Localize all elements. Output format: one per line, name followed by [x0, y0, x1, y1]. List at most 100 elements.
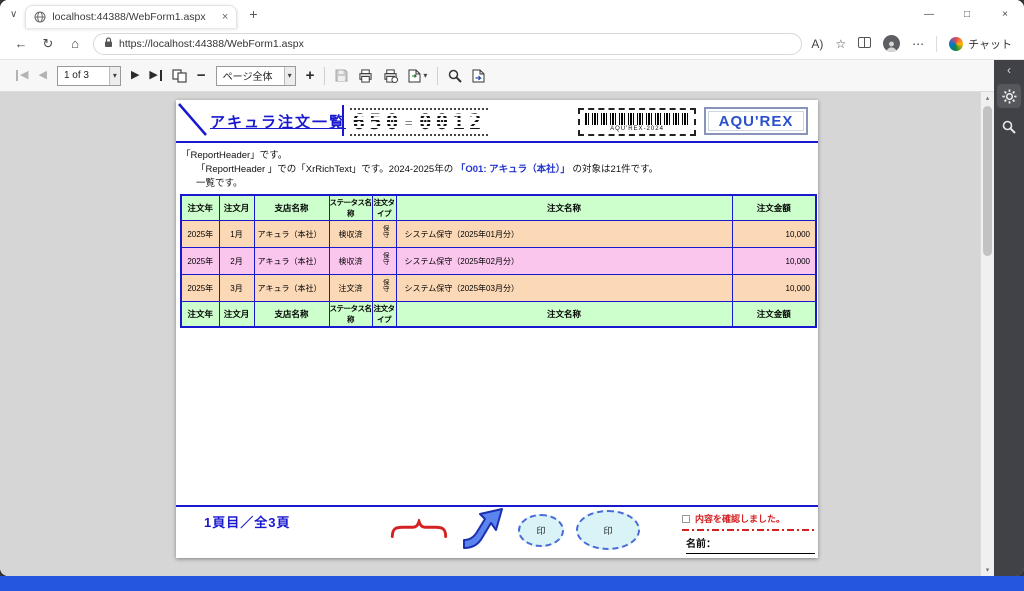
table-row: 2025年 1月 アキュラ（本社） 検収済 保守 システム保守（2025年01月…: [181, 221, 816, 248]
dropdown-caret-icon[interactable]: ▾: [109, 67, 120, 85]
zoom-in-button[interactable]: +: [306, 68, 315, 83]
table-footer-row: 注文年 注文月 支店名称 ステータス名称 注文タイプ 注文名称 注文金額: [181, 302, 816, 328]
header-cell: 注文名称: [396, 195, 732, 221]
tab-title: localhost:44388/WebForm1.aspx: [52, 11, 216, 23]
header-cell: ステータス名称: [329, 195, 372, 221]
first-page-button[interactable]: ◀: [16, 70, 28, 81]
cell-amount: 10,000: [732, 275, 816, 302]
split-screen-icon[interactable]: [858, 37, 871, 51]
tab-search-chevron-icon[interactable]: ∨: [10, 9, 17, 20]
dropdown-caret-icon[interactable]: ▾: [423, 72, 427, 80]
table-header-row: 注文年 注文月 支店名称 ステータス名称 注文タイプ 注文名称 注文金額: [181, 195, 816, 221]
footer-cell: 注文金額: [732, 302, 816, 328]
cell-branch: アキュラ（本社）: [254, 221, 329, 248]
export-document-button[interactable]: [472, 69, 486, 83]
cell-status: 検収済: [329, 221, 372, 248]
footer-cell: 注文月: [219, 302, 254, 328]
zoom-level-dropdown[interactable]: ページ全体 ▾: [216, 66, 296, 86]
home-button[interactable]: ⌂: [66, 36, 84, 51]
barcode: AQU'REX-2024: [578, 108, 696, 136]
cell-order-month: 1月: [219, 221, 254, 248]
site-info-lock-icon[interactable]: [104, 35, 113, 53]
order-type-vertical-text: 保守: [381, 225, 388, 238]
confirm-checkbox[interactable]: [682, 515, 690, 523]
page-count-text: 1頁目／全3頁: [204, 512, 290, 531]
search-button[interactable]: [448, 69, 462, 83]
new-tab-button[interactable]: +: [249, 6, 257, 22]
print-button[interactable]: [358, 69, 373, 83]
zoom-out-button[interactable]: −: [197, 68, 206, 83]
footer-cell: 注文年: [181, 302, 219, 328]
header-cell: 注文月: [219, 195, 254, 221]
viewer-search-button[interactable]: [997, 115, 1021, 139]
close-button[interactable]: ×: [986, 0, 1024, 28]
cell-amount: 10,000: [732, 221, 816, 248]
profile-avatar[interactable]: [883, 35, 900, 52]
navbar-divider: [936, 36, 937, 52]
title-divider: [342, 105, 344, 136]
report-page: アキュラ注文一覧 650-0012 AQU'REX-2024 AQU'REX 「…: [176, 100, 818, 558]
favorites-star-icon[interactable]: ☆: [835, 37, 846, 51]
taskbar: [0, 576, 1024, 591]
confirmation-row: 内容を確認しました。: [682, 512, 785, 525]
save-button[interactable]: [335, 69, 348, 82]
cell-order-name: システム保守（2025年02月分）: [396, 248, 732, 275]
header-rule: [176, 141, 818, 143]
dropdown-caret-icon[interactable]: ▾: [284, 67, 295, 85]
minimize-button[interactable]: —: [910, 0, 948, 28]
page-indicator-value: 1 of 3: [64, 70, 89, 81]
panel-collapse-icon[interactable]: ‹: [1007, 63, 1011, 77]
export-dropdown-button[interactable]: ▾: [408, 69, 427, 83]
vertical-scrollbar[interactable]: ▴ ▾: [980, 92, 994, 576]
copilot-icon: [949, 37, 963, 51]
browser-tab[interactable]: localhost:44388/WebForm1.aspx ×: [25, 5, 237, 28]
rich-text-suffix: の対象は21件です。: [570, 164, 658, 175]
report-header-note: 「ReportHeader」です。: [181, 147, 287, 161]
back-button[interactable]: ←: [12, 36, 30, 51]
browser-window: ∨ localhost:44388/WebForm1.aspx × + — □ …: [0, 0, 1024, 576]
viewer-side-panel: ‹: [994, 60, 1024, 576]
read-aloud-icon[interactable]: A): [811, 37, 823, 51]
settings-more-icon[interactable]: ⋯: [912, 37, 924, 51]
footer-cell: 注文タイプ: [372, 302, 396, 328]
cell-branch: アキュラ（本社）: [254, 275, 329, 302]
postal-code-barcode-text: 650-0012: [350, 108, 488, 136]
page-selector-dropdown[interactable]: 1 of 3 ▾: [57, 66, 121, 86]
document-area: アキュラ注文一覧 650-0012 AQU'REX-2024 AQU'REX 「…: [0, 92, 994, 576]
zoom-level-value: ページ全体: [223, 68, 273, 83]
tab-close-icon[interactable]: ×: [222, 11, 228, 23]
cell-order-year: 2025年: [181, 248, 219, 275]
print-page-button[interactable]: [383, 69, 398, 83]
barcode-bars: [585, 113, 689, 125]
previous-page-button[interactable]: ◀: [38, 70, 46, 81]
url-text: https://localhost:44388/WebForm1.aspx: [119, 38, 304, 50]
company-logo-box: AQU'REX: [704, 107, 808, 135]
header-diagonal-line: [178, 103, 208, 137]
header-cell: 支店名称: [254, 195, 329, 221]
refresh-button[interactable]: ↻: [39, 36, 57, 52]
stamp-label: 印: [536, 524, 545, 537]
maximize-button[interactable]: □: [948, 0, 986, 28]
stamp-seal-large: 印: [576, 510, 640, 550]
copilot-chat-button[interactable]: チャット: [949, 36, 1012, 52]
table-row: 2025年 3月 アキュラ（本社） 注文済 保守 システム保守（2025年03月…: [181, 275, 816, 302]
scrollbar-thumb[interactable]: [983, 106, 992, 256]
multipage-view-icon[interactable]: [172, 69, 187, 83]
cell-status: 検収済: [329, 248, 372, 275]
viewer-settings-button[interactable]: [997, 84, 1021, 108]
name-field: 名前：: [686, 535, 815, 554]
address-bar[interactable]: https://localhost:44388/WebForm1.aspx: [93, 33, 802, 55]
header-cell: 注文タイプ: [372, 195, 396, 221]
name-label: 名前：: [686, 539, 716, 550]
scroll-down-icon[interactable]: ▾: [981, 566, 994, 574]
scroll-up-icon[interactable]: ▴: [981, 94, 994, 102]
cell-order-name: システム保守（2025年01月分）: [396, 221, 732, 248]
cell-branch: アキュラ（本社）: [254, 248, 329, 275]
blue-arrow-shape: [460, 506, 504, 552]
barcode-label: AQU'REX-2024: [610, 126, 664, 132]
rich-text-highlight: 「O01: アキュラ（本社）」: [456, 164, 570, 175]
next-page-button[interactable]: ▶: [131, 70, 139, 81]
last-page-button[interactable]: ▶: [149, 70, 161, 81]
red-brace-shape: [390, 519, 448, 539]
report-toolbar: ◀ ◀ 1 of 3 ▾ ▶ ▶ − ページ全体 ▾ +: [0, 60, 994, 92]
